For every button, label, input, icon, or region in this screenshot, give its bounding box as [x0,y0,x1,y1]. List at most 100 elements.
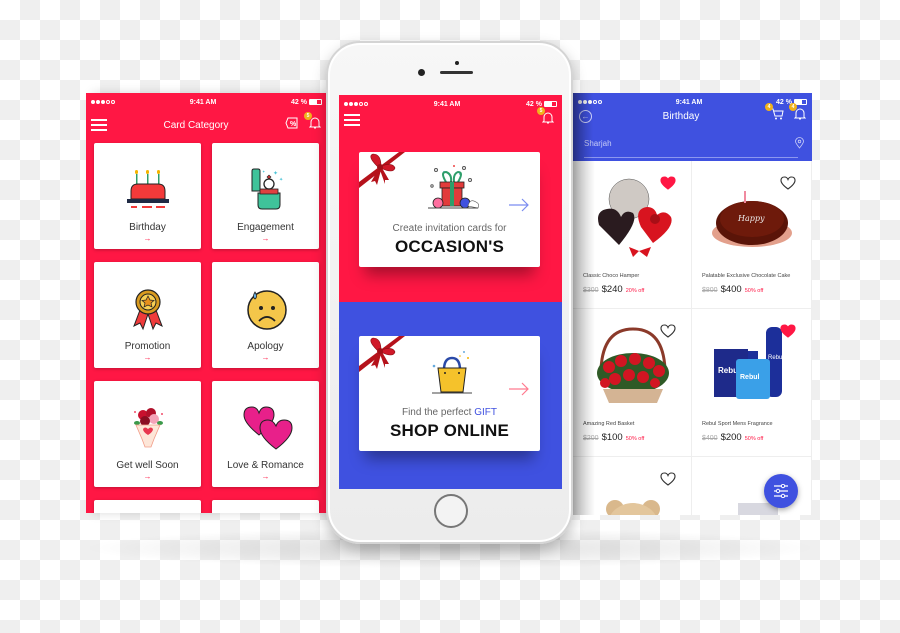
menu-icon[interactable] [91,119,107,131]
status-bar: 9:41 AM 42 % [86,93,327,111]
product-name: Amazing Red Basket [583,421,635,427]
shop-subtitle: Find the perfect GIFT [401,407,498,418]
home-screen: 9:41 AM 42 % 5 Create invitation cards f… [339,95,562,489]
category-card-partial[interactable] [94,500,201,513]
header: 9:41 AM 42 % ← Birthday 4 4 Sharjah [573,93,812,161]
award-medal-icon [118,283,178,335]
heart-outline-icon[interactable] [780,176,796,190]
arrow-right-icon: → [261,472,270,481]
menu-icon[interactable] [344,114,360,126]
phone-speaker [440,71,473,74]
arrow-right-icon[interactable] [508,382,530,396]
birthday-cake-icon [118,164,178,216]
product-price: $400 [720,284,742,295]
category-card-get-well-soon[interactable]: Get well Soon → [94,381,201,487]
category-card-engagement[interactable]: ✦ ✦ ✦ Engagement → [212,143,319,249]
battery-icon [544,101,557,107]
status-time: 9:41 AM [433,100,461,108]
category-card-love-romance[interactable]: Love & Romance → [212,381,319,487]
signal-icon [578,100,602,104]
heart-outline-icon[interactable] [660,324,676,338]
app-bar: Card Category % 5 [86,111,327,139]
notification-badge: 4 [789,103,797,111]
gift-box-icon [428,165,479,209]
occasions-card[interactable]: Create invitation cards for OCCASION'S [359,152,540,267]
heart-filled-icon[interactable] [780,324,796,338]
category-label: Apology [247,341,284,352]
product-price: $100 [601,432,623,443]
product-card[interactable]: Classic Choco Hamper $300 $240 20% off [573,161,692,309]
notification-button[interactable]: 4 [789,103,807,125]
flower-bouquet-icon [118,402,178,454]
app-bar: ← Birthday 4 4 [573,101,812,131]
heart-outline-icon[interactable] [660,472,676,486]
product-old-price: $200 [583,435,599,442]
category-grid: Birthday → ✦ ✦ ✦ Engagement → Promotion … [94,143,319,513]
product-discount: 50% off [744,288,764,294]
product-price-row: $800 $400 50% off [702,284,763,295]
cart-icon [770,108,784,120]
product-price-row: $400 $200 50% off [702,432,763,443]
page-title: Card Category [163,119,229,131]
shop-section: Find the perfect GIFT SHOP ONLINE [339,302,562,489]
product-discount: 50% off [625,436,645,442]
arrow-right-icon[interactable] [508,198,530,212]
shop-online-card[interactable]: Find the perfect GIFT SHOP ONLINE [359,336,540,451]
card-category-screen: 9:41 AM 42 % Card Category % 5 Birthday … [86,93,327,513]
product-discount: 20% off [625,288,645,294]
filter-button[interactable] [764,474,798,508]
heart-filled-icon[interactable] [660,176,676,190]
svg-text:✦: ✦ [273,170,278,177]
notification-button[interactable]: 5 [537,107,555,129]
category-label: Birthday [129,222,166,233]
birthday-products-screen: 9:41 AM 42 % ← Birthday 4 4 Sharjah Clas… [573,93,812,515]
product-card[interactable]: Happy Palatable Exclusive Chocolate Cake $… [692,161,812,309]
product-name: Classic Choco Hamper [583,273,640,279]
signal-icon [344,102,368,106]
notification-badge: 5 [304,112,312,120]
product-card[interactable] [573,457,692,515]
occasions-title: OCCASION'S [395,237,504,256]
battery-level: 42 % [291,98,307,106]
product-price-row: $200 $100 50% off [583,432,644,443]
home-button[interactable] [434,494,468,528]
arrow-right-icon: → [143,472,152,481]
phone-sensor [455,61,459,65]
product-card[interactable]: Rebul Rebul Rebul Rebul Sport Mens Fragranc… [692,309,812,457]
product-name: Rebul Sport Mens Fragrance [702,421,773,427]
arrow-right-icon: → [143,353,152,362]
category-card-promotion[interactable]: Promotion → [94,262,201,368]
category-label: Love & Romance [227,460,304,471]
offer-tag-icon[interactable]: % [285,116,299,134]
category-card-birthday[interactable]: Birthday → [94,143,201,249]
category-label: Promotion [124,341,171,352]
signal-icon [91,100,115,104]
arrow-right-icon: → [143,234,152,243]
page-title: Birthday [662,110,700,122]
back-arrow-icon[interactable]: ← [579,109,592,123]
cart-button[interactable]: 4 [765,103,784,125]
location-field[interactable]: Sharjah [584,137,804,149]
shop-title: SHOP ONLINE [389,421,510,440]
battery-icon [309,99,322,105]
svg-text:✦: ✦ [279,177,283,183]
svg-text:%: % [290,121,297,128]
product-grid: Classic Choco Hamper $300 $240 20% off Happy… [573,161,812,515]
product-card[interactable]: Amazing Red Basket $200 $100 50% off [573,309,692,457]
product-discount: 50% off [744,436,764,442]
gift-ribbon-icon [359,336,405,372]
status-time: 9:41 AM [675,98,703,106]
filter-sliders-icon [774,484,788,498]
notification-badge: 5 [537,107,545,115]
arrow-right-icon: → [261,353,270,362]
sad-face-icon [236,283,296,335]
product-price-row: $300 $240 20% off [583,284,644,295]
svg-text:✦: ✦ [262,169,266,174]
notification-button[interactable]: 5 [304,112,322,134]
category-card-partial[interactable] [212,500,319,513]
product-name: Palatable Exclusive Chocolate Cake [702,273,791,279]
location-pin-icon [795,137,804,149]
category-card-apology[interactable]: Apology → [212,262,319,368]
product-price: $240 [601,284,623,295]
product-old-price: $800 [702,287,718,294]
